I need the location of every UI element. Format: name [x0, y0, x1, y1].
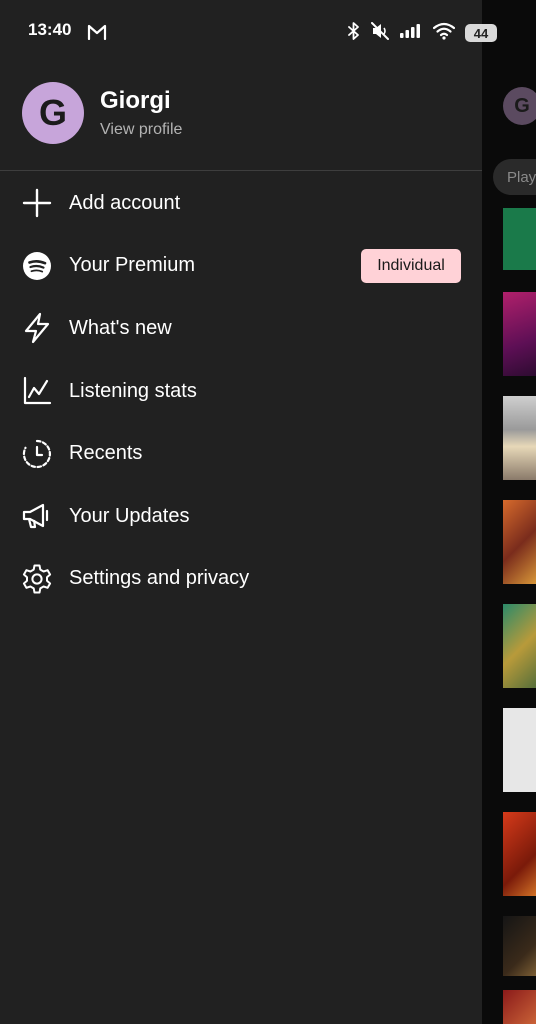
menu-item-whats-new[interactable]: What's new	[0, 297, 482, 360]
screen: G Play G Giorgi View profile Add account	[0, 0, 536, 1024]
profile-name: Giorgi	[100, 87, 171, 114]
menu-item-label: What's new	[69, 316, 172, 339]
status-bar: 13:40 44	[0, 0, 536, 64]
avatar[interactable]: G	[22, 82, 84, 144]
background-avatar[interactable]: G	[503, 87, 536, 125]
background-thumbnail[interactable]	[503, 916, 536, 976]
navigation-drawer: G Giorgi View profile Add account Your P…	[0, 0, 482, 1024]
background-filter-chip[interactable]: Play	[493, 159, 536, 195]
gmail-icon	[87, 24, 107, 45]
menu-item-settings-and-privacy[interactable]: Settings and privacy	[0, 548, 482, 611]
plus-icon	[21, 187, 53, 219]
menu-item-label: Listening stats	[69, 379, 197, 402]
status-time: 13:40	[28, 20, 72, 39]
mute-icon	[371, 21, 389, 45]
status-icons: 44	[347, 21, 497, 45]
background-thumbnail[interactable]	[503, 990, 536, 1024]
background-thumbnail[interactable]	[503, 604, 536, 688]
menu-item-your-premium[interactable]: Your Premium Individual	[0, 235, 482, 298]
background-thumbnail[interactable]	[503, 208, 536, 270]
menu-item-add-account[interactable]: Add account	[0, 172, 482, 235]
gear-icon	[21, 563, 53, 595]
view-profile-link[interactable]: View profile	[100, 121, 182, 139]
drawer-menu: Add account Your Premium Individual What…	[0, 172, 482, 610]
profile-text: Giorgi View profile	[100, 87, 182, 139]
background-thumbnail[interactable]	[503, 292, 536, 376]
menu-item-label: Settings and privacy	[69, 567, 250, 590]
background-thumbnail[interactable]	[503, 812, 536, 896]
spotify-icon	[21, 250, 53, 282]
menu-item-listening-stats[interactable]: Listening stats	[0, 360, 482, 423]
divider	[0, 170, 482, 171]
lightning-icon	[21, 312, 53, 344]
background-thumbnail[interactable]	[503, 708, 536, 792]
signal-icon	[399, 23, 423, 44]
menu-item-your-updates[interactable]: Your Updates	[0, 485, 482, 548]
menu-item-label: Your Premium	[69, 254, 195, 277]
background-thumbnail[interactable]	[503, 396, 536, 480]
clock-icon	[21, 438, 53, 470]
battery-icon: 44	[465, 24, 497, 42]
megaphone-icon	[21, 500, 53, 532]
menu-item-label: Recents	[69, 442, 143, 465]
profile-header[interactable]: G Giorgi View profile	[22, 82, 182, 144]
background-thumbnail[interactable]	[503, 500, 536, 584]
menu-item-label: Add account	[69, 191, 181, 214]
plan-badge: Individual	[361, 248, 461, 283]
wifi-icon	[432, 22, 456, 45]
bluetooth-icon	[347, 21, 361, 45]
menu-item-recents[interactable]: Recents	[0, 422, 482, 485]
stats-icon	[21, 375, 53, 407]
menu-item-label: Your Updates	[69, 504, 190, 527]
